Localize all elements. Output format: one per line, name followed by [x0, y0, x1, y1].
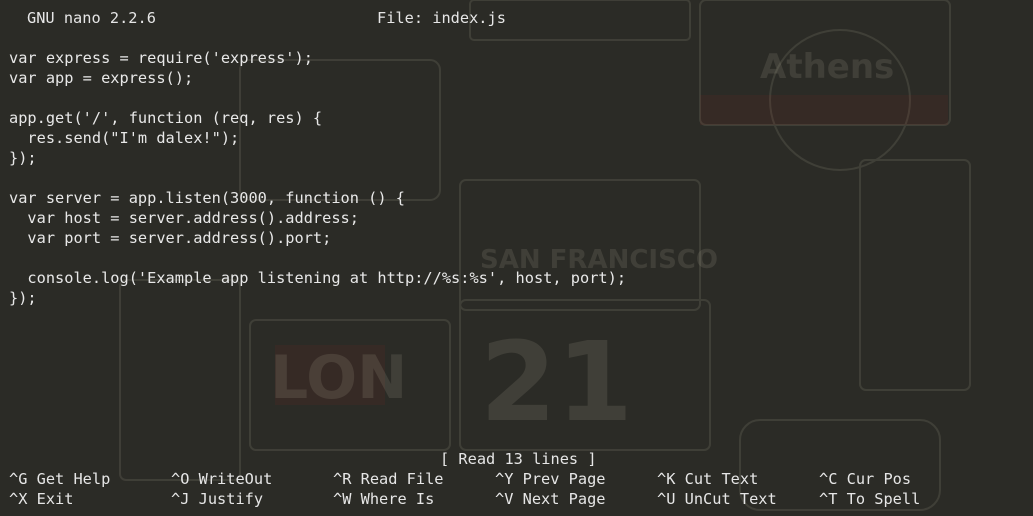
- shortcut-prev-page[interactable]: ^Y Prev Page: [495, 469, 606, 489]
- code-line[interactable]: });: [9, 148, 37, 168]
- status-message: [ Read 13 lines ]: [440, 450, 597, 468]
- shortcut-next-page[interactable]: ^V Next Page: [495, 489, 606, 509]
- editor-text-area[interactable]: var express = require('express'); var ap…: [0, 0, 1033, 440]
- code-line[interactable]: app.get('/', function (req, res) {: [9, 108, 322, 128]
- shortcut-where-is[interactable]: ^W Where Is: [333, 489, 434, 509]
- code-line[interactable]: console.log('Example app listening at ht…: [9, 268, 626, 288]
- code-line[interactable]: var server = app.listen(3000, function (…: [9, 188, 405, 208]
- code-line[interactable]: res.send("I'm dalex!");: [9, 128, 239, 148]
- code-line[interactable]: var host = server.address().address;: [9, 208, 359, 228]
- code-line[interactable]: var port = server.address().port;: [9, 228, 331, 248]
- code-line[interactable]: });: [9, 288, 37, 308]
- terminal-window: GNU nano 2.2.6 File: index.js var expres…: [0, 0, 1033, 516]
- shortcut-writeout[interactable]: ^O WriteOut: [171, 469, 272, 489]
- code-line[interactable]: var app = express();: [9, 68, 193, 88]
- shortcut-to-spell[interactable]: ^T To Spell: [819, 489, 920, 509]
- shortcut-uncut-text[interactable]: ^U UnCut Text: [657, 489, 777, 509]
- shortcut-read-file[interactable]: ^R Read File: [333, 469, 444, 489]
- shortcut-get-help[interactable]: ^G Get Help: [9, 469, 110, 489]
- code-line[interactable]: var express = require('express');: [9, 48, 313, 68]
- shortcut-cut-text[interactable]: ^K Cut Text: [657, 469, 758, 489]
- shortcut-exit[interactable]: ^X Exit: [9, 489, 73, 509]
- shortcut-justify[interactable]: ^J Justify: [171, 489, 263, 509]
- shortcut-cur-pos[interactable]: ^C Cur Pos: [819, 469, 911, 489]
